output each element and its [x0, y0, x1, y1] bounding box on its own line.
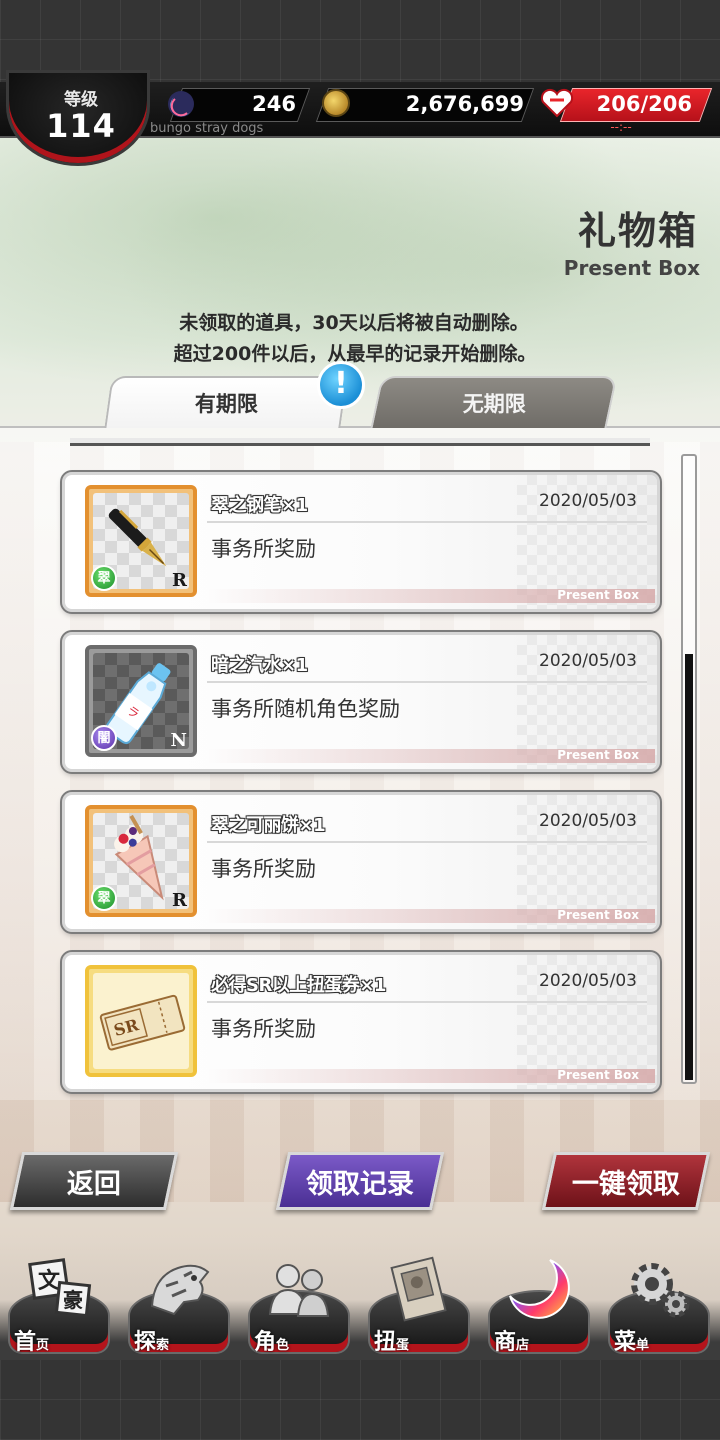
nav-characters-label: 角色: [254, 1330, 290, 1355]
divider: [207, 841, 647, 843]
item-date: 2020/05/03: [539, 971, 637, 991]
item-description: 事务所奖励: [211, 1017, 316, 1041]
divider: [207, 1001, 647, 1003]
item-thumbnail: 翠 R: [85, 485, 197, 597]
notice-line-1: 未领取的道具，30天以后将被自动删除。: [179, 312, 529, 334]
nav-explore-label: 探索: [134, 1330, 170, 1355]
item-name: 翠之可丽饼×1: [211, 815, 326, 836]
menu-gear-icon: [631, 1263, 690, 1318]
stamina-timer: --:--: [610, 120, 632, 134]
scrollbar-thumb[interactable]: [685, 654, 693, 1080]
back-button-label: 返回: [67, 1168, 121, 1200]
coin-count: 2,676,699: [405, 92, 524, 116]
item-date: 2020/05/03: [539, 811, 637, 831]
item-tag: Present Box: [557, 588, 639, 602]
list-item[interactable]: SR 必得SR以上扭蛋券×1 2020/05/03 事务所奖励 Present …: [60, 950, 662, 1094]
back-button[interactable]: 返回: [9, 1152, 179, 1210]
stamina-heart-icon: [540, 88, 574, 118]
list-top-edge: [70, 438, 650, 446]
item-thumbnail: 翠 R: [85, 805, 197, 917]
claim-history-label: 领取记录: [306, 1168, 414, 1200]
nav-explore[interactable]: 探索: [126, 1256, 232, 1360]
nav-shop-label: 商店: [494, 1330, 530, 1355]
nav-home[interactable]: 文 豪 首页: [6, 1256, 112, 1360]
nav-menu-label: 菜单: [614, 1330, 650, 1355]
nav-home-label: 首页: [14, 1330, 50, 1355]
item-name: 暗之汽水×1: [211, 655, 308, 676]
item-footer: Present Box: [205, 908, 655, 923]
moonstone-icon: [168, 91, 194, 117]
nav-menu[interactable]: 菜单: [606, 1256, 712, 1360]
page-title: 礼物箱: [577, 209, 698, 253]
claim-all-label: 一键领取: [572, 1168, 680, 1200]
tab-limited[interactable]: 有期限: [104, 376, 348, 428]
item-name: 翠之钢笔×1: [211, 495, 308, 516]
item-tag: Present Box: [557, 1068, 639, 1082]
item-description: 事务所奖励: [211, 857, 316, 881]
nav-gacha-label: 扭蛋: [374, 1330, 410, 1355]
alert-icon: !: [317, 361, 365, 409]
tab-unlimited[interactable]: 无期限: [370, 376, 618, 428]
item-description: 事务所随机角色奖励: [211, 697, 400, 721]
list-item[interactable]: 翠 R 翠之可丽饼×1 2020/05/03 事务所奖励 Present Box: [60, 790, 662, 934]
claim-all-button[interactable]: 一键领取: [541, 1152, 711, 1210]
page-subtitle: Present Box: [563, 256, 700, 280]
game-subtitle: bungo stray dogs: [150, 121, 264, 136]
item-tag: Present Box: [557, 748, 639, 762]
divider: [207, 521, 647, 523]
level-value: 114: [46, 107, 116, 145]
item-thumbnail: ラ 闇 N: [85, 645, 197, 757]
characters-icon: [268, 1264, 330, 1317]
home-icon: 文 豪: [28, 1258, 92, 1318]
nav-gacha[interactable]: 扭蛋: [366, 1256, 472, 1360]
item-date: 2020/05/03: [539, 651, 637, 671]
claim-history-button[interactable]: 领取记录: [275, 1152, 445, 1210]
item-thumbnail: SR: [85, 965, 197, 1077]
item-name: 必得SR以上扭蛋券×1: [211, 975, 386, 996]
svg-text:豪: 豪: [63, 1288, 83, 1312]
item-footer: Present Box: [205, 1068, 655, 1083]
gacha-book-icon: [390, 1256, 447, 1322]
notice-line-2: 超过200件以后，从最早的记录开始删除。: [173, 343, 537, 365]
item-date: 2020/05/03: [539, 491, 637, 511]
nav-shop[interactable]: 商店: [486, 1256, 592, 1360]
bottom-frame: [0, 1360, 720, 1440]
rarity-label: R: [172, 570, 187, 591]
stamina-value: 206/206: [596, 92, 692, 116]
tab-limited-label: 有期限: [194, 392, 258, 416]
item-footer: Present Box: [205, 588, 655, 603]
list-item[interactable]: 翠 R 翠之钢笔×1 2020/05/03 事务所奖励 Present Box: [60, 470, 662, 614]
list-item[interactable]: ラ 闇 N 暗之汽水×1 2020/05/03 事务所随机角色奖励 Presen…: [60, 630, 662, 774]
item-footer: Present Box: [205, 748, 655, 763]
rarity-label: R: [172, 890, 187, 911]
shop-moon-icon: [509, 1259, 570, 1319]
sr-ticket-icon: SR: [99, 994, 186, 1051]
item-tag: Present Box: [557, 908, 639, 922]
divider: [207, 681, 647, 683]
coin-icon: [322, 89, 350, 117]
tab-unlimited-label: 无期限: [462, 392, 526, 416]
explore-tiger-icon: [150, 1264, 210, 1316]
attribute-badge: 翠: [91, 885, 117, 911]
rarity-label: N: [170, 730, 187, 751]
moonstone-count: 246: [252, 92, 296, 116]
item-description: 事务所奖励: [211, 537, 316, 561]
nav-characters[interactable]: 角色: [246, 1256, 352, 1360]
attribute-badge: 翠: [91, 565, 117, 591]
attribute-badge: 闇: [91, 725, 117, 751]
